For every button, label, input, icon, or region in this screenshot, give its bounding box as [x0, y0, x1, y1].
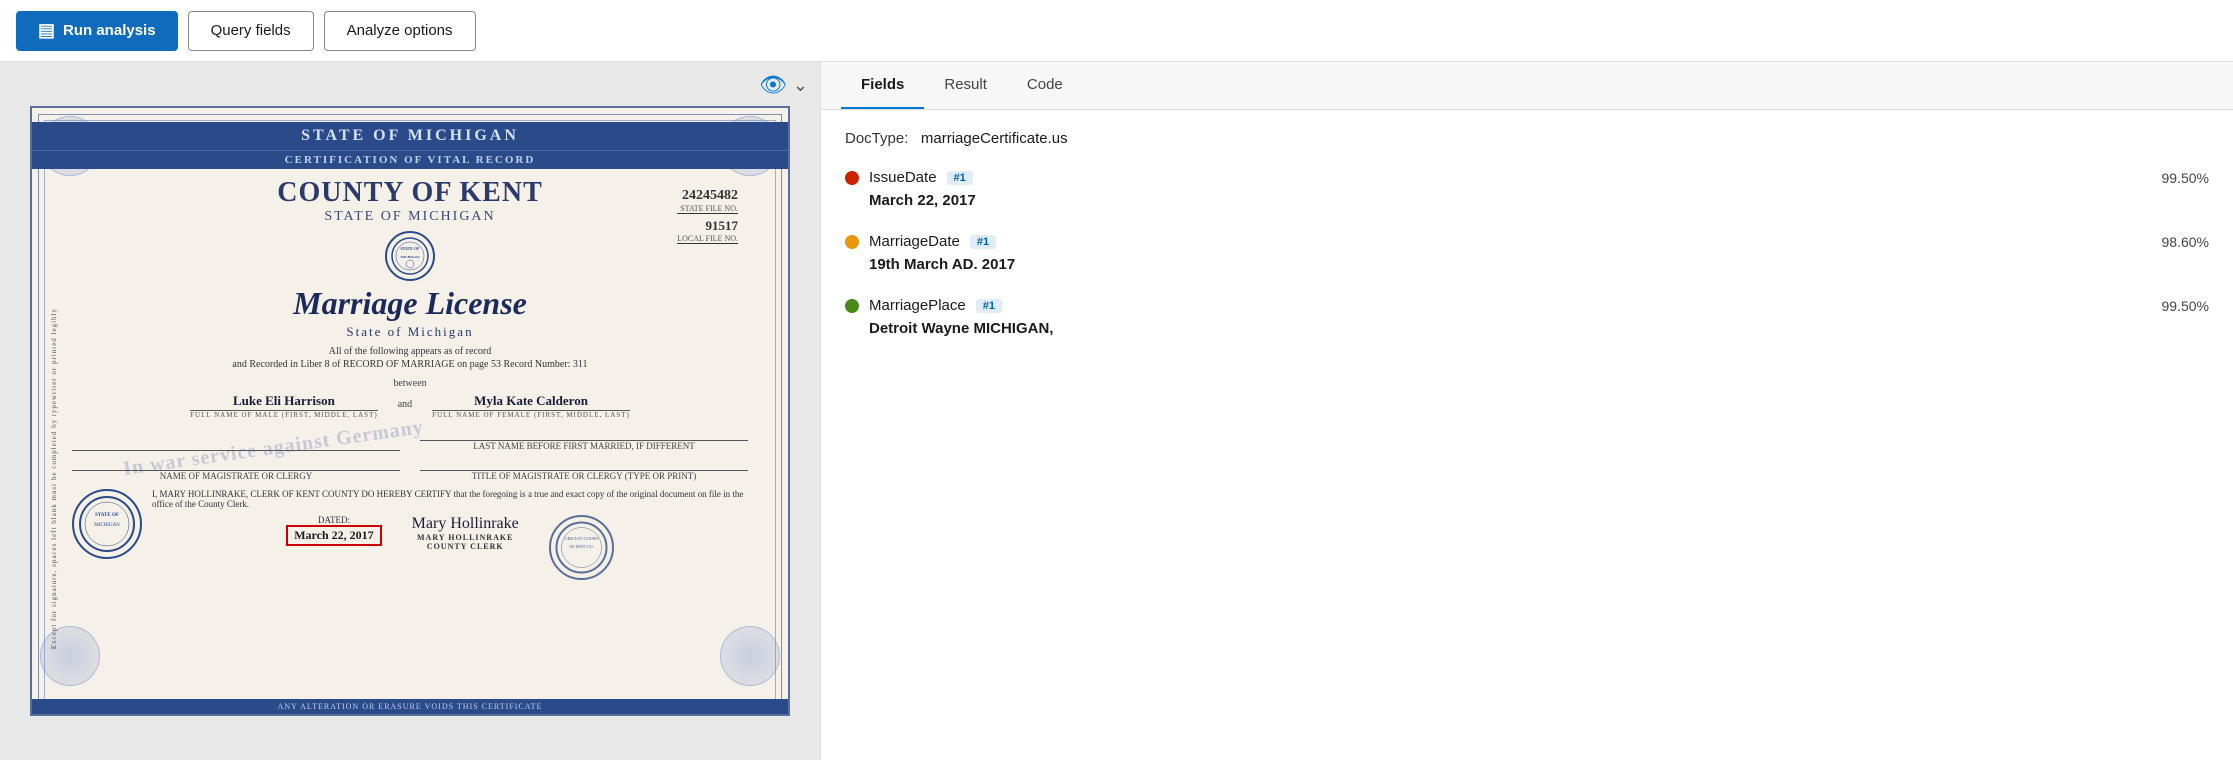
cert-names-row: Luke Eli Harrison FULL NAME OF MALE (FIR…	[72, 393, 748, 419]
cert-file-number-2: 91517	[677, 218, 738, 234]
run-analysis-button[interactable]: ▤ Run analysis	[16, 11, 178, 51]
cert-header-line1: STATE OF MICHIGAN	[32, 122, 788, 150]
toolbar: ▤ Run analysis Query fields Analyze opti…	[0, 0, 2233, 62]
cert-record-line: and Recorded in Liber 8 of RECORD OF MAR…	[72, 359, 748, 370]
eye-icon[interactable]: 👁	[759, 72, 787, 98]
cert-header-line2: CERTIFICATION OF VITAL RECORD	[32, 150, 788, 169]
field-item-marriagedate: MarriageDate #1 98.60% 19th March AD. 20…	[845, 233, 2209, 273]
marriageplace-name: MarriagePlace	[869, 297, 966, 314]
cert-title: Marriage License	[72, 285, 748, 322]
cert-content: STATE OF MICHIGAN CERTIFICATION OF VITAL…	[32, 108, 788, 590]
marriagedate-confidence: 98.60%	[2162, 234, 2209, 250]
chevron-down-icon[interactable]: ⌄	[793, 75, 808, 96]
certificate: Except for signature, spaces left blank …	[30, 106, 790, 716]
cert-file-numbers: 24245482 STATE FILE NO. 91517 LOCAL FILE…	[677, 188, 738, 244]
tab-code[interactable]: Code	[1007, 62, 1083, 109]
cert-clerk-role: COUNTY CLERK	[412, 542, 519, 551]
svg-text:OF KENT CO.: OF KENT CO.	[569, 544, 593, 549]
field-item-marriageplace: MarriagePlace #1 99.50% Detroit Wayne MI…	[845, 297, 2209, 337]
cert-right-seal: CIRCUIT COURT OF KENT CO.	[549, 515, 614, 580]
field-header-marriageplace: MarriagePlace #1 99.50%	[845, 297, 2209, 314]
issuedate-confidence: 99.50%	[2162, 170, 2209, 186]
bride-label: FULL NAME OF FEMALE (FIRST, MIDDLE, LAST…	[432, 411, 630, 419]
groom-label: FULL NAME OF MALE (FIRST, MIDDLE, LAST)	[190, 411, 378, 419]
svg-text:MICHIGAN: MICHIGAN	[94, 523, 120, 528]
main-area: 👁 ⌄ Except for signature, spaces left bl…	[0, 62, 2233, 760]
marriagedate-dot	[845, 235, 859, 249]
cert-left-seal: STATE OF MICHIGAN	[72, 489, 142, 559]
doctype-label: DocType:	[845, 130, 908, 147]
cert-certify-text: I, MARY HOLLINRAKE, CLERK OF KENT COUNTY…	[152, 489, 748, 509]
cert-sig-block-left: DATED: March 22, 2017	[286, 515, 381, 580]
cert-state: STATE OF MICHIGAN	[72, 209, 748, 225]
cert-between: between	[72, 378, 748, 389]
run-analysis-label: Run analysis	[63, 22, 156, 39]
doctype-value: marriageCertificate.us	[921, 130, 1068, 147]
analyze-options-label: Analyze options	[347, 22, 453, 39]
groom-name: Luke Eli Harrison	[190, 393, 378, 411]
run-icon: ▤	[38, 20, 55, 41]
cert-title-label: TITLE OF MAGISTRATE OR CLERGY (TYPE OR P…	[420, 471, 748, 481]
marriagedate-badge: #1	[970, 235, 996, 249]
svg-text:STATE OF: STATE OF	[95, 513, 119, 518]
tab-result[interactable]: Result	[924, 62, 1007, 109]
doctype-row: DocType: marriageCertificate.us	[845, 130, 2209, 147]
bride-block: Myla Kate Calderon FULL NAME OF FEMALE (…	[432, 393, 630, 419]
groom-block: Luke Eli Harrison FULL NAME OF MALE (FIR…	[190, 393, 378, 419]
panel-tabs: Fields Result Code	[821, 62, 2233, 110]
bride-name: Myla Kate Calderon	[432, 393, 630, 411]
issuedate-badge: #1	[947, 171, 973, 185]
svg-text:CIRCUIT COURT: CIRCUIT COURT	[564, 536, 598, 541]
field-header-issuedate: IssueDate #1 99.50%	[845, 169, 2209, 186]
cert-magistrate-label: NAME OF MAGISTRATE OR CLERGY	[72, 471, 400, 481]
cert-body-text1: All of the following appears as of recor…	[72, 346, 748, 357]
issuedate-dot	[845, 171, 859, 185]
tab-fields[interactable]: Fields	[841, 62, 924, 109]
cert-signature-row: DATED: March 22, 2017 Mary Hollinrake MA…	[152, 515, 748, 580]
field-header-marriagedate: MarriageDate #1 98.60%	[845, 233, 2209, 250]
cert-footer: ANY ALTERATION OR ERASURE VOIDS THIS CER…	[32, 699, 788, 714]
issuedate-value: March 22, 2017	[845, 192, 2209, 209]
and-text: and	[398, 399, 412, 410]
cert-dated-label: DATED:	[286, 515, 381, 525]
doc-toolbar: 👁 ⌄	[759, 72, 808, 98]
cert-clerk-name: Mary Hollinrake	[412, 515, 519, 533]
cert-sig-block-right: Mary Hollinrake MARY HOLLINRAKE COUNTY C…	[412, 515, 519, 580]
cert-last-name-label: LAST NAME BEFORE FIRST MARRIED, IF DIFFE…	[420, 441, 748, 451]
document-viewer: 👁 ⌄ Except for signature, spaces left bl…	[0, 62, 820, 760]
cert-file-label-1: STATE FILE NO.	[677, 204, 738, 214]
svg-text:MICHIGAN: MICHIGAN	[400, 255, 420, 259]
marriageplace-dot	[845, 299, 859, 313]
query-fields-button[interactable]: Query fields	[188, 11, 314, 51]
right-panel: Fields Result Code DocType: marriageCert…	[820, 62, 2233, 760]
svg-text:STATE OF: STATE OF	[400, 246, 420, 251]
cert-file-label-2: LOCAL FILE NO.	[677, 234, 738, 244]
marriageplace-value: Detroit Wayne MICHIGAN,	[845, 320, 2209, 337]
marriagedate-value: 19th March AD. 2017	[845, 256, 2209, 273]
cert-file-number-1: 24245482	[677, 188, 738, 204]
marriageplace-badge: #1	[976, 299, 1002, 313]
panel-content: DocType: marriageCertificate.us IssueDat…	[821, 110, 2233, 760]
field-item-issuedate: IssueDate #1 99.50% March 22, 2017	[845, 169, 2209, 209]
cert-county: COUNTY OF KENT	[72, 177, 748, 209]
cert-date-value: March 22, 2017	[286, 525, 381, 546]
issuedate-name: IssueDate	[869, 169, 937, 186]
cert-subtitle: State of Michigan	[72, 324, 748, 340]
cert-clerk-title: MARY HOLLINRAKE	[412, 533, 519, 542]
cert-seal: STATE OF MICHIGAN	[385, 231, 435, 281]
marriageplace-confidence: 99.50%	[2162, 298, 2209, 314]
cert-certify-block: I, MARY HOLLINRAKE, CLERK OF KENT COUNTY…	[152, 489, 748, 580]
cert-bottom-section: STATE OF MICHIGAN I, MARY HOLLINRAKE, CL…	[72, 489, 748, 580]
analyze-options-button[interactable]: Analyze options	[324, 11, 476, 51]
query-fields-label: Query fields	[211, 22, 291, 39]
marriagedate-name: MarriageDate	[869, 233, 960, 250]
